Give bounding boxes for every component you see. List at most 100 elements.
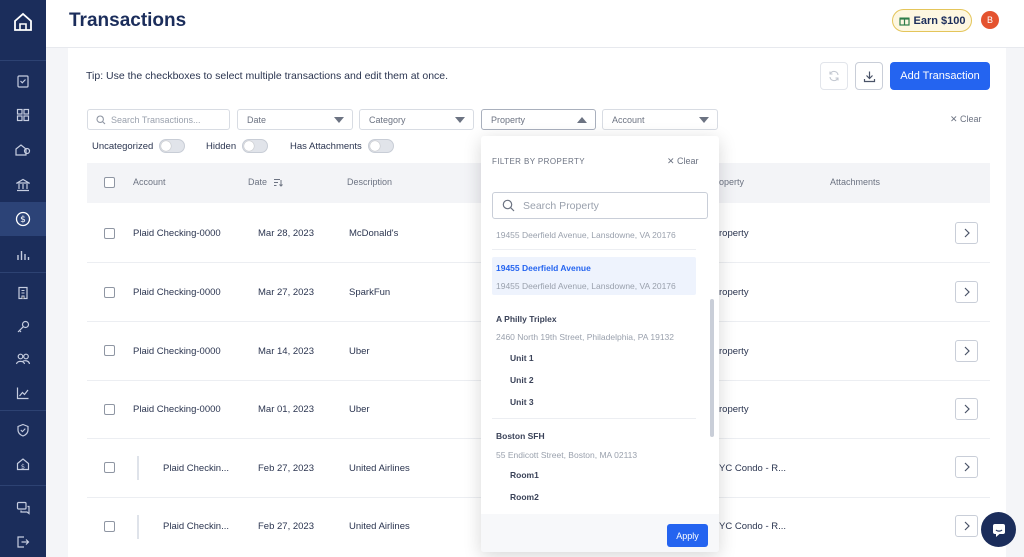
home-dollar-icon[interactable]: $ (0, 447, 46, 481)
reports-icon[interactable] (0, 238, 46, 272)
properties-icon[interactable] (0, 132, 46, 166)
unit-option[interactable]: Room1 (510, 470, 539, 480)
chat-launcher-button[interactable] (981, 512, 1016, 547)
attachments-toggle[interactable] (367, 139, 394, 153)
property-option-address: 55 Endicott Street, Boston, MA 02113 (496, 450, 638, 460)
row-details-button[interactable] (955, 340, 978, 362)
logout-icon[interactable] (0, 525, 46, 557)
earn-referral-button[interactable]: Earn $100 (892, 9, 972, 32)
row-account: Plaid Checking-0000 (133, 404, 221, 415)
add-transaction-button[interactable]: Add Transaction (890, 62, 990, 90)
trend-chart-icon[interactable] (0, 376, 46, 410)
row-property: roperty (719, 404, 749, 415)
search-transactions-input[interactable] (111, 114, 221, 125)
property-option-address: 2460 North 19th Street, Philadelphia, PA… (496, 332, 674, 342)
chevron-down-icon (699, 117, 709, 123)
header-date[interactable]: Date (248, 177, 283, 187)
header-attachments[interactable]: Attachments (830, 177, 880, 187)
category-filter[interactable]: Category (359, 109, 474, 130)
row-property: YC Condo - R... (719, 521, 787, 532)
option-divider (492, 249, 696, 250)
row-property: YC Condo - R... (719, 463, 787, 474)
uncategorized-toggle[interactable] (159, 139, 186, 153)
building-icon[interactable] (0, 276, 46, 310)
sidebar-divider (0, 272, 46, 273)
home-logo-icon[interactable] (0, 0, 46, 44)
row-checkbox[interactable] (104, 462, 115, 473)
row-details-button[interactable] (955, 222, 978, 244)
chat-icon (992, 523, 1005, 537)
row-checkbox[interactable] (104, 521, 115, 532)
unit-option[interactable]: Unit 3 (510, 397, 534, 407)
property-option-name[interactable]: Boston SFH (496, 431, 545, 441)
hidden-toggle[interactable] (242, 139, 269, 153)
dropdown-scrollbar[interactable] (710, 299, 714, 437)
dropdown-clear-button[interactable]: ✕ Clear (667, 156, 699, 167)
page-title: Transactions (69, 10, 187, 31)
chevron-down-icon (334, 117, 344, 123)
search-icon (502, 199, 515, 212)
download-button[interactable] (855, 62, 883, 90)
row-account: Plaid Checking-0000 (133, 346, 221, 357)
transactions-icon[interactable]: $ (0, 202, 46, 236)
row-checkbox[interactable] (104, 345, 115, 356)
clear-filters-button[interactable]: ✕ Clear (950, 114, 982, 125)
row-details-button[interactable] (955, 398, 978, 420)
dashboard-grid-icon[interactable] (0, 98, 46, 132)
attachments-label: Has Attachments (290, 140, 362, 152)
sidebar-divider (0, 60, 46, 61)
key-icon[interactable] (0, 310, 46, 344)
refresh-icon (829, 70, 839, 82)
avatar[interactable]: B (981, 11, 999, 29)
bank-icon[interactable] (0, 168, 46, 202)
row-details-button[interactable] (955, 515, 978, 537)
clipboard-icon[interactable] (0, 64, 46, 98)
property-search-input[interactable] (523, 199, 693, 212)
row-date: Feb 27, 2023 (258, 521, 314, 532)
unit-option[interactable]: Room2 (510, 492, 539, 502)
row-checkbox[interactable] (104, 287, 115, 298)
property-filter-dropdown: FILTER BY PROPERTY ✕ Clear 19455 Deerfie… (481, 136, 719, 552)
row-account: Plaid Checking-0000 (133, 287, 221, 298)
chevron-right-icon (964, 346, 970, 356)
split-indent (137, 515, 139, 539)
hidden-label: Hidden (206, 140, 237, 152)
row-details-button[interactable] (955, 456, 978, 478)
row-checkbox[interactable] (104, 228, 115, 239)
sidebar-divider (0, 485, 46, 486)
sidebar: $ $ (0, 0, 46, 557)
refresh-button[interactable] (820, 62, 848, 90)
property-option-address[interactable]: 19455 Deerfield Avenue, Lansdowne, VA 20… (496, 230, 676, 240)
selected-property-name[interactable]: 19455 Deerfield Avenue (496, 263, 591, 273)
unit-option[interactable]: Unit 1 (510, 353, 534, 363)
row-description: United Airlines (349, 521, 410, 532)
select-all-checkbox[interactable] (104, 177, 115, 188)
property-filter[interactable]: Property (481, 109, 596, 130)
date-filter[interactable]: Date (237, 109, 353, 130)
chat-bubbles-icon[interactable] (0, 491, 46, 525)
sort-icon (273, 179, 283, 187)
attachments-toggle-row: Has Attachments (290, 139, 394, 153)
account-filter[interactable]: Account (602, 109, 718, 130)
header-account[interactable]: Account (133, 177, 166, 187)
row-date: Mar 14, 2023 (258, 346, 314, 357)
unit-option[interactable]: Unit 2 (510, 375, 534, 385)
property-search[interactable] (492, 192, 708, 219)
row-details-button[interactable] (955, 281, 978, 303)
header-description[interactable]: Description (347, 177, 392, 187)
apply-filter-button[interactable]: Apply (667, 524, 708, 547)
people-icon[interactable] (0, 342, 46, 376)
row-date: Mar 28, 2023 (258, 228, 314, 239)
row-account: Plaid Checking-0000 (133, 228, 221, 239)
chevron-down-icon (455, 117, 465, 123)
svg-text:$: $ (21, 463, 25, 471)
download-icon (863, 71, 875, 82)
property-option-name[interactable]: A Philly Triplex (496, 314, 557, 324)
header-property[interactable]: operty (719, 177, 744, 187)
account-filter-label: Account (612, 114, 645, 125)
search-transactions[interactable] (87, 109, 230, 130)
svg-text:$: $ (20, 215, 26, 225)
shield-icon[interactable] (0, 413, 46, 447)
row-checkbox[interactable] (104, 404, 115, 415)
row-description: SparkFun (349, 287, 391, 298)
